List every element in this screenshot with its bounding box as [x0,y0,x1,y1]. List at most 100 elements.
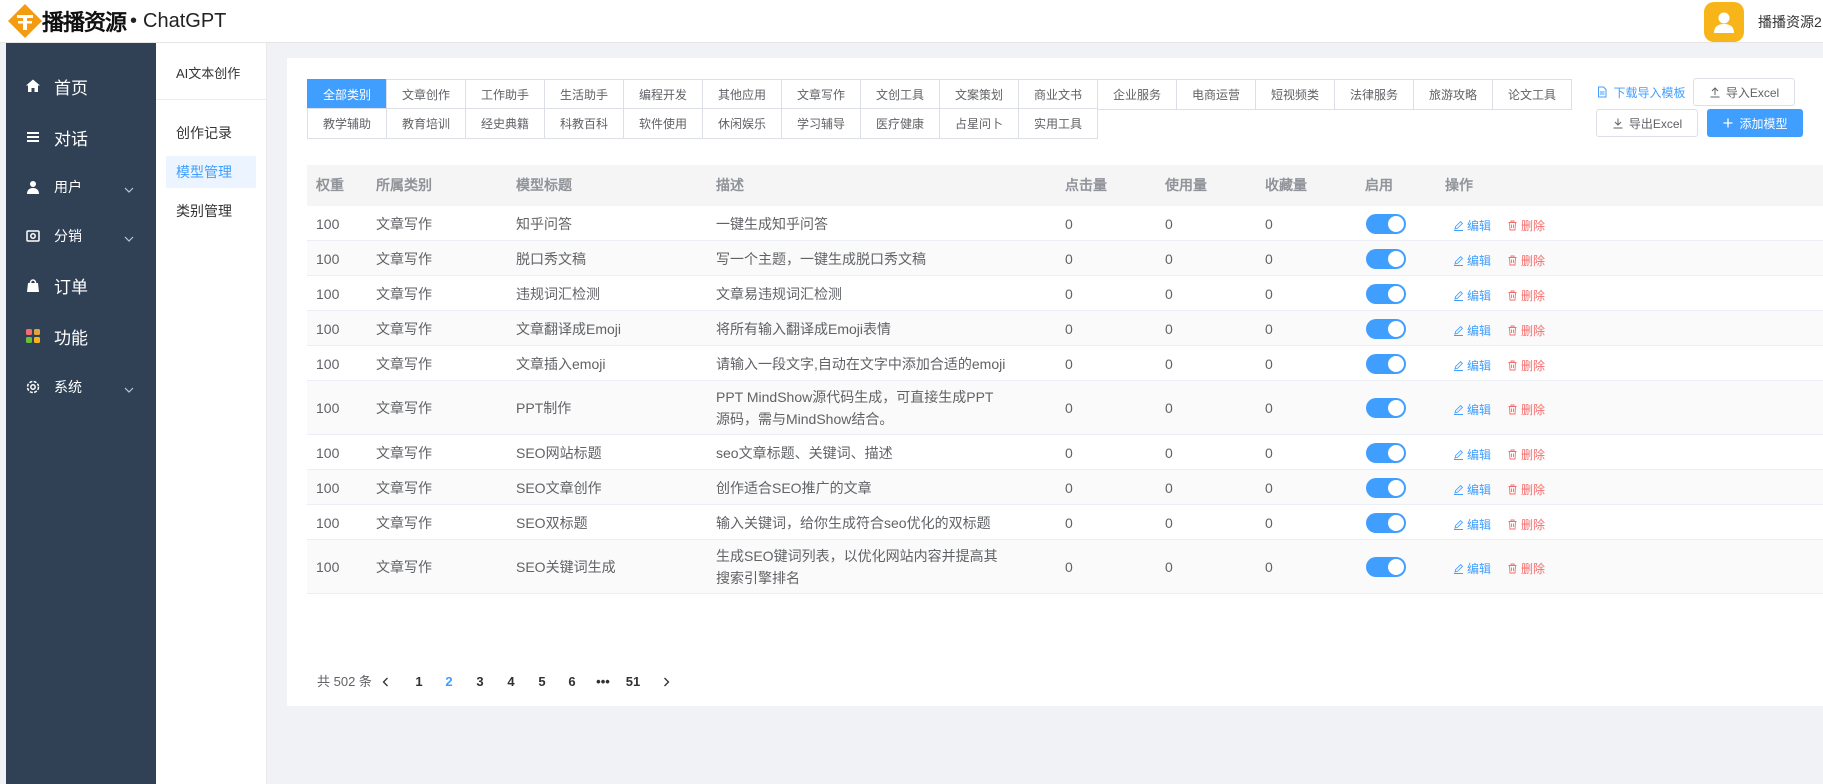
delete-button[interactable]: 删除 [1507,560,1545,577]
download-template-button[interactable]: 下载导入模板 [1595,78,1687,106]
enabled-toggle[interactable] [1366,353,1406,374]
enabled-toggle[interactable] [1366,557,1406,577]
category-tab[interactable]: 实用工具 [1018,108,1098,139]
clicks-cell: 0 [1065,470,1073,505]
category-tab[interactable]: 生活助手 [544,79,624,110]
edit-button[interactable]: 编辑 [1453,322,1491,339]
table-row: 100 文章写作 SEO网站标题 seo文章标题、关键词、描述 0 0 0 编辑 删除 [307,435,1823,470]
edit-button[interactable]: 编辑 [1453,217,1491,234]
delete-button[interactable]: 删除 [1507,401,1545,418]
sidebar-item-orders[interactable]: 订单 [6,265,156,305]
enabled-toggle[interactable] [1366,248,1406,269]
sidebar-item-chat[interactable]: 对话 [6,117,156,157]
subnav-item-models[interactable]: 模型管理 [166,156,256,188]
enabled-toggle[interactable] [1366,318,1406,339]
delete-label: 删除 [1521,517,1546,532]
clicks-cell: 0 [1065,346,1073,381]
title-cell: 文章插入emoji [516,346,605,381]
sidebar-item-features[interactable]: 功能 [6,316,156,356]
category-tab[interactable]: 电商运营 [1176,79,1256,110]
page-number[interactable]: 5 [527,668,557,696]
edit-icon [1454,449,1464,460]
subnav-item-records[interactable]: 创作记录 [166,117,256,149]
delete-label: 删除 [1521,288,1546,303]
edit-label: 编辑 [1467,403,1492,417]
import-excel-button[interactable]: 导入Excel [1693,78,1795,106]
category-tab[interactable]: 商业文书 [1018,79,1098,110]
edit-button[interactable]: 编辑 [1453,252,1491,269]
add-model-button[interactable]: 添加模型 [1707,109,1803,137]
category-tab[interactable]: 法律服务 [1334,79,1414,110]
category-tab[interactable]: 科教百科 [544,108,624,139]
category-tab[interactable]: 文章写作 [781,79,861,110]
sidebar-item-system[interactable]: 系统 [6,367,156,407]
enabled-toggle[interactable] [1366,283,1406,304]
category-tab[interactable]: 文创工具 [860,79,940,110]
category-tab[interactable]: 其他应用 [702,79,782,110]
category-tab[interactable]: 论文工具 [1492,79,1572,110]
enabled-toggle[interactable] [1366,398,1406,418]
category-tab[interactable]: 教学辅助 [307,108,387,139]
page-number[interactable]: 1 [404,668,434,696]
category-cell-text: 文章写作 [376,479,432,496]
delete-button[interactable]: 删除 [1507,217,1545,234]
category-tab[interactable]: 文章创作 [386,79,466,110]
category-tab[interactable]: 文案策划 [939,79,1019,110]
enabled-toggle[interactable] [1366,477,1406,498]
category-tab[interactable]: 编程开发 [623,79,703,110]
delete-button[interactable]: 删除 [1507,252,1545,269]
category-tab[interactable]: 企业服务 [1097,79,1177,110]
delete-button[interactable]: 删除 [1507,322,1545,339]
user-menu[interactable]: 播播资源2. [1704,0,1823,43]
next-page-button[interactable] [651,668,681,696]
category-tab[interactable]: 休闲娱乐 [702,108,782,139]
description-cell-text: PPT MindShow源代码生成，可直接生成PPT源码，需与MindShow结… [716,389,994,427]
add-model-label: 添加模型 [1739,116,1788,131]
edit-button[interactable]: 编辑 [1453,287,1491,304]
page-ellipsis[interactable]: ••• [588,668,618,696]
category-tab[interactable]: 短视频类 [1255,79,1335,110]
description-cell-text: seo文章标题、关键词、描述 [716,444,893,461]
sidebar-item-users[interactable]: 用户 [6,167,156,207]
sub-navigation: AI文本创作 创作记录 模型管理 类别管理 [156,43,267,784]
category-tab[interactable]: 医疗健康 [860,108,940,139]
edit-button[interactable]: 编辑 [1453,357,1491,374]
export-excel-label: 导出Excel [1628,116,1683,131]
category-tab[interactable]: 软件使用 [623,108,703,139]
page-number[interactable]: 51 [618,668,648,696]
favorites-cell-text: 0 [1265,320,1273,337]
edit-button[interactable]: 编辑 [1453,446,1491,463]
edit-button[interactable]: 编辑 [1453,481,1491,498]
sidebar-item-home[interactable]: 首页 [6,66,156,106]
prev-page-button[interactable] [371,668,401,696]
edit-button[interactable]: 编辑 [1453,516,1491,533]
category-cell: 文章写作 [376,540,432,594]
sidebar-item-distribution[interactable]: 分销 [6,216,156,256]
page-number[interactable]: 2 [434,668,464,696]
page-number[interactable]: 3 [465,668,495,696]
category-tab[interactable]: 经史典籍 [465,108,545,139]
export-excel-button[interactable]: 导出Excel [1596,109,1698,137]
category-tab[interactable]: 学习辅导 [781,108,861,139]
edit-button[interactable]: 编辑 [1453,401,1491,418]
enabled-toggle[interactable] [1366,512,1406,533]
brand-logo[interactable]: 播播资源 • ChatGPT [6,4,226,38]
delete-button[interactable]: 删除 [1507,481,1545,498]
delete-label: 删除 [1521,403,1546,417]
category-tab[interactable]: 旅游攻略 [1413,79,1493,110]
page-number[interactable]: 4 [496,668,526,696]
avatar[interactable] [1704,1,1744,42]
delete-button[interactable]: 删除 [1507,446,1545,463]
category-tab[interactable]: 全部类别 [307,79,387,110]
enabled-toggle[interactable] [1366,442,1406,463]
page-number[interactable]: 6 [557,668,587,696]
category-tab[interactable]: 教育培训 [386,108,466,139]
category-tab[interactable]: 占星问卜 [939,108,1019,139]
enabled-toggle[interactable] [1366,213,1406,234]
delete-button[interactable]: 删除 [1507,516,1545,533]
delete-button[interactable]: 删除 [1507,357,1545,374]
subnav-item-categories[interactable]: 类别管理 [166,195,256,227]
edit-button[interactable]: 编辑 [1453,560,1491,577]
delete-button[interactable]: 删除 [1507,287,1545,304]
category-tab[interactable]: 工作助手 [465,79,545,110]
